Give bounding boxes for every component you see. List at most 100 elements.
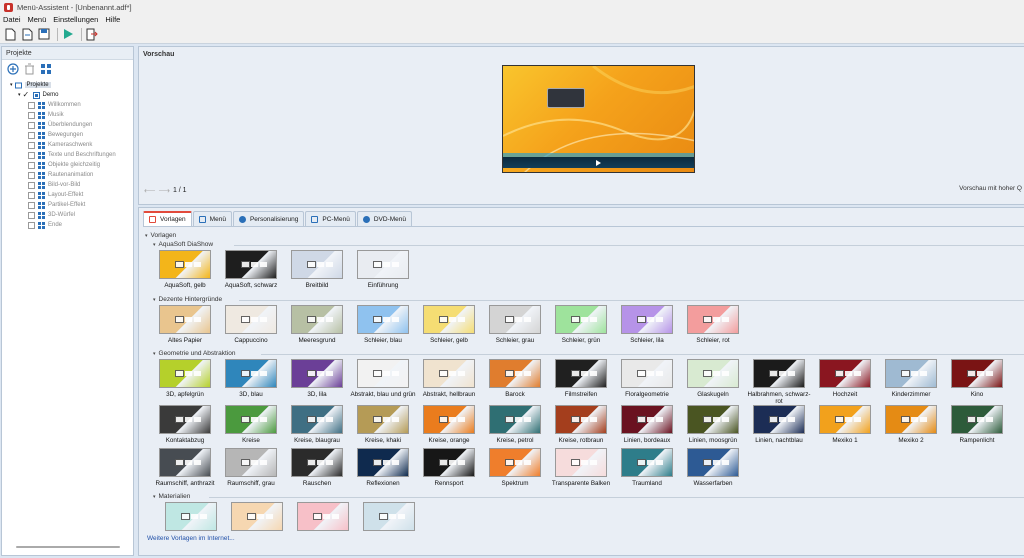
save-icon[interactable] — [37, 27, 51, 42]
template-thumbnail[interactable]: Kreise, blaugrau — [283, 405, 351, 444]
section-header[interactable]: ▾ Dezente Hintergründe — [153, 296, 222, 303]
template-thumbnail[interactable]: Glaskugeln — [679, 359, 747, 398]
template-thumbnail[interactable]: Wasserfarben — [679, 448, 747, 487]
template-thumbnail[interactable]: Halbrahmen, schwarz-rot — [745, 359, 813, 405]
template-thumbnail[interactable] — [355, 502, 423, 534]
new-document-icon[interactable] — [3, 27, 17, 42]
tree-item[interactable]: Layout-Effekt — [10, 190, 133, 200]
tree-item[interactable]: Bewegungen — [10, 130, 133, 140]
tab-vorlagen[interactable]: Vorlagen — [143, 211, 192, 226]
next-arrow-icon[interactable]: ⟶ — [158, 186, 169, 195]
template-thumbnail[interactable]: Kreise, rotbraun — [547, 405, 615, 444]
template-thumbnail[interactable]: Linien, nachtblau — [745, 405, 813, 444]
add-project-icon[interactable] — [7, 63, 19, 75]
template-thumbnail[interactable] — [223, 502, 291, 534]
previous-arrow-icon[interactable]: ⟵ — [144, 186, 155, 195]
template-thumbnail[interactable]: Kreise, khaki — [349, 405, 417, 444]
checkbox[interactable] — [28, 131, 35, 139]
section-header[interactable]: ▾ AquaSoft DiaShow — [153, 241, 213, 248]
section-header[interactable]: ▾ Vorlagen — [145, 232, 176, 239]
template-thumbnail[interactable]: Rauschen — [283, 448, 351, 487]
template-thumbnail[interactable]: Transparente Balken — [547, 448, 615, 487]
exit-icon[interactable] — [85, 27, 99, 42]
checkbox[interactable] — [23, 90, 30, 99]
tree-item[interactable]: Texte und Beschriftungen — [10, 150, 133, 160]
horizontal-scrollbar[interactable] — [16, 546, 120, 548]
checkbox[interactable] — [28, 171, 35, 179]
checkbox[interactable] — [28, 201, 35, 209]
collapse-arrow-icon[interactable]: ▾ — [153, 494, 156, 500]
more-templates-link[interactable]: Weitere Vorlagen im Internet... — [147, 535, 235, 542]
tab-menue[interactable]: Menü — [192, 211, 232, 226]
template-thumbnail[interactable]: Mexiko 1 — [811, 405, 879, 444]
template-thumbnail[interactable]: Schleier, rot — [679, 305, 747, 344]
template-thumbnail[interactable]: Filmstreifen — [547, 359, 615, 398]
template-thumbnail[interactable]: Altes Papier — [151, 305, 219, 344]
checkbox[interactable] — [28, 141, 35, 149]
template-thumbnail[interactable] — [289, 502, 357, 534]
menu-menue[interactable]: Menü — [28, 15, 47, 24]
checkbox[interactable] — [28, 121, 35, 129]
tree-item[interactable]: Objekte gleichzeitig — [10, 160, 133, 170]
template-thumbnail[interactable]: Schleier, lila — [613, 305, 681, 344]
collapse-arrow-icon[interactable]: ▾ — [153, 351, 156, 357]
template-thumbnail[interactable]: AquaSoft, schwarz — [217, 250, 285, 289]
template-thumbnail[interactable]: 3D, apfelgrün — [151, 359, 219, 398]
template-thumbnail[interactable]: Kreise, orange — [415, 405, 483, 444]
menu-hilfe[interactable]: Hilfe — [105, 15, 120, 24]
tree-item[interactable]: Überblendungen — [10, 120, 133, 130]
high-quality-preview-option[interactable]: Vorschau mit hoher Q — [959, 185, 1022, 192]
tree-item[interactable]: Musik — [10, 110, 133, 120]
open-icon[interactable] — [20, 27, 34, 42]
template-thumbnail[interactable]: Linien, bordeaux — [613, 405, 681, 444]
section-header[interactable]: ▾ Materialien — [153, 493, 190, 500]
template-thumbnail[interactable]: Linien, moosgrün — [679, 405, 747, 444]
menu-datei[interactable]: Datei — [3, 15, 21, 24]
template-thumbnail[interactable]: Schleier, grau — [481, 305, 549, 344]
collapse-arrow-icon[interactable]: ▾ — [10, 82, 13, 88]
template-thumbnail[interactable]: 3D, lila — [283, 359, 351, 398]
checkbox[interactable] — [28, 151, 35, 159]
template-thumbnail[interactable]: Barock — [481, 359, 549, 398]
collapse-arrow-icon[interactable]: ▾ — [145, 233, 148, 239]
checkbox[interactable] — [28, 211, 35, 219]
tab-personalisierung[interactable]: Personalisierung — [232, 211, 305, 226]
collapse-arrow-icon[interactable]: ▾ — [18, 92, 21, 98]
tree-item[interactable]: Kameraschwenk — [10, 140, 133, 150]
template-thumbnail[interactable]: Schleier, gelb — [415, 305, 483, 344]
template-thumbnail[interactable]: Raumschiff, grau — [217, 448, 285, 487]
template-thumbnail[interactable]: Kino — [943, 359, 1011, 398]
template-thumbnail[interactable]: Rampenlicht — [943, 405, 1011, 444]
play-icon[interactable] — [61, 27, 75, 42]
checkbox[interactable] — [28, 161, 35, 169]
tree-project-demo[interactable]: ▾ Demo — [10, 90, 133, 100]
template-thumbnail[interactable]: Breitbild — [283, 250, 351, 289]
tab-dvd-menue[interactable]: DVD-Menü — [356, 211, 412, 226]
tree-item[interactable]: Willkommen — [10, 100, 133, 110]
collapse-arrow-icon[interactable]: ▾ — [153, 242, 156, 248]
checkbox[interactable] — [28, 191, 35, 199]
checkbox[interactable] — [28, 181, 35, 189]
tree-root[interactable]: ▾ Projekte — [10, 80, 133, 90]
template-thumbnail[interactable]: Kreise, petrol — [481, 405, 549, 444]
template-thumbnail[interactable]: Kinderzimmer — [877, 359, 945, 398]
template-thumbnail[interactable]: Schleier, blau — [349, 305, 417, 344]
template-thumbnail[interactable]: Raumschiff, anthrazit — [151, 448, 219, 487]
template-thumbnail[interactable]: Rennsport — [415, 448, 483, 487]
checkbox[interactable] — [28, 111, 35, 119]
template-thumbnail[interactable]: Traumland — [613, 448, 681, 487]
template-thumbnail[interactable]: Abstrakt, hellbraun — [415, 359, 483, 398]
template-thumbnail[interactable]: Floralgeometrie — [613, 359, 681, 398]
tab-pc-menue[interactable]: PC-Menü — [305, 211, 356, 226]
template-thumbnail[interactable]: Spektrum — [481, 448, 549, 487]
tree-item[interactable]: Ende — [10, 220, 133, 230]
template-thumbnail[interactable]: Kontaktabzug — [151, 405, 219, 444]
template-thumbnail[interactable]: AquaSoft, gelb — [151, 250, 219, 289]
template-thumbnail[interactable]: Mexiko 2 — [877, 405, 945, 444]
template-thumbnail[interactable] — [157, 502, 225, 534]
tree-item[interactable]: Rautenanimation — [10, 170, 133, 180]
menu-einstellungen[interactable]: Einstellungen — [53, 15, 98, 24]
checkbox[interactable] — [28, 101, 35, 109]
template-thumbnail[interactable]: Cappuccino — [217, 305, 285, 344]
template-thumbnail[interactable]: Abstrakt, blau und grün — [349, 359, 417, 398]
